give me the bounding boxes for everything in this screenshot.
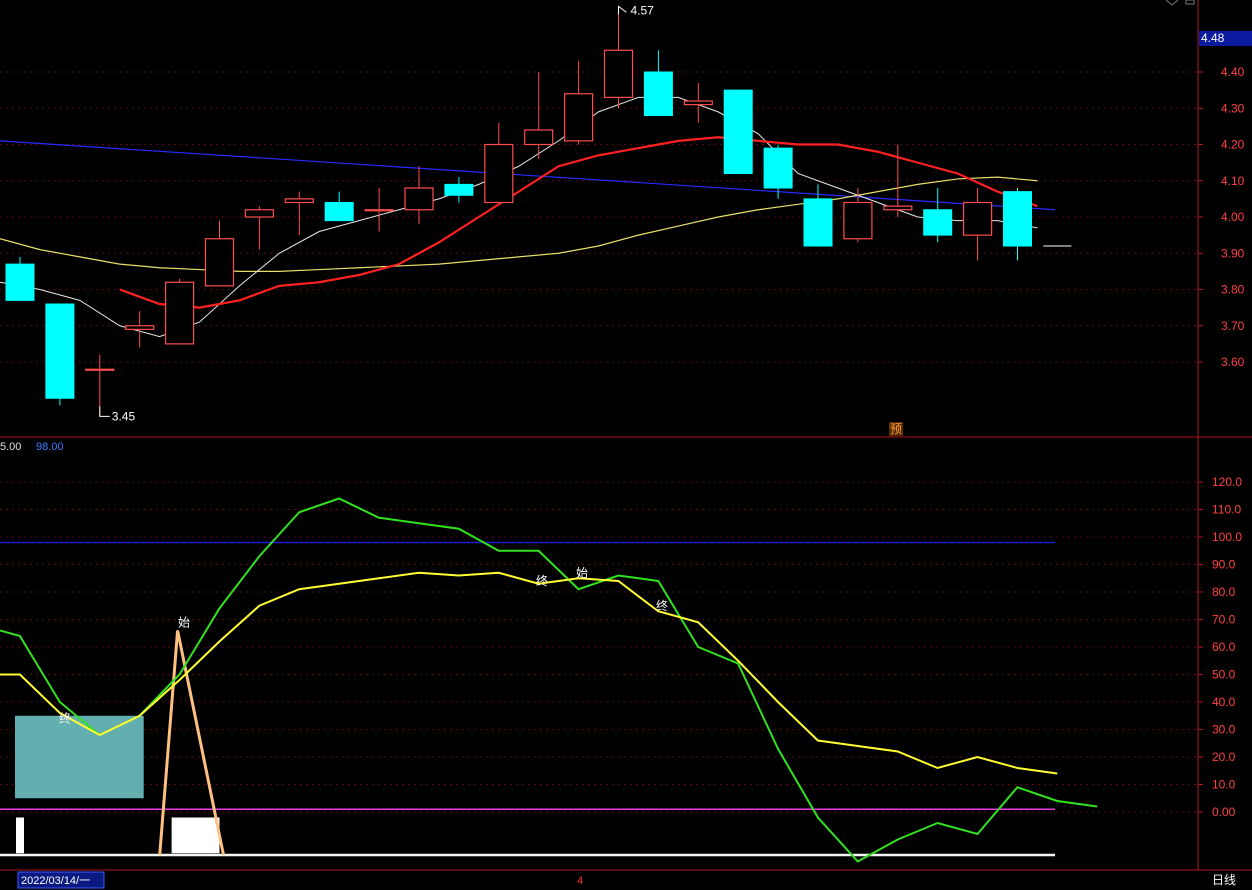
candle-body <box>165 281 195 345</box>
candle[interactable] <box>404 166 434 225</box>
price-panel[interactable]: 4.57 3.45 预 <box>0 3 1072 436</box>
candle[interactable] <box>603 10 634 109</box>
indicator-yellow-line <box>0 571 1058 775</box>
axis-layer: 4.40 4.30 4.20 4.10 4.00 3.90 3.80 3.70 3.60 120.… <box>0 0 1252 871</box>
candle-body <box>962 201 993 236</box>
candle-body <box>284 198 314 204</box>
candle-body <box>1003 191 1032 247</box>
indicator-tick-label: 90.0 <box>1212 558 1236 572</box>
indicator-header-value-2: 98.00 <box>36 441 64 453</box>
grid-layer <box>0 71 1198 813</box>
candle[interactable] <box>125 311 155 348</box>
chart-stage: 4.573.45预 终始终始终 4.404.304.204.104.003.90… <box>0 0 1252 889</box>
candle-body <box>643 71 673 116</box>
price-tick-label: 4.30 <box>1221 101 1245 115</box>
candle[interactable] <box>524 72 554 159</box>
candle-body <box>923 209 953 236</box>
indicator-mark-label: 始 <box>576 566 588 580</box>
candle-body <box>364 209 394 212</box>
candle-body <box>125 325 155 330</box>
candle-body <box>85 368 115 371</box>
indicator-mark-label: 终 <box>59 711 71 726</box>
current-price-badge-text: 4.48 <box>1201 31 1225 45</box>
candle-body <box>563 93 594 142</box>
indicator-tick-label: 120.0 <box>1212 475 1242 489</box>
candle[interactable] <box>45 303 75 406</box>
candle[interactable] <box>204 220 235 287</box>
candle[interactable] <box>484 122 514 204</box>
price-tick-label: 4.20 <box>1221 138 1245 152</box>
price-tick-label: 4.40 <box>1221 65 1245 79</box>
period-label[interactable]: 日线 <box>1212 873 1236 887</box>
candle[interactable] <box>1003 188 1032 261</box>
candle[interactable] <box>165 278 195 345</box>
price-tick-label: 3.80 <box>1221 283 1245 297</box>
candle-body <box>843 201 873 240</box>
candle[interactable] <box>324 191 354 222</box>
candle-body <box>763 147 793 189</box>
indicator-panel[interactable]: 终始终始终 <box>0 497 1098 863</box>
candle[interactable] <box>923 188 953 243</box>
settings-icon[interactable] <box>1185 0 1195 5</box>
candle[interactable] <box>284 191 314 236</box>
candle-body <box>45 303 75 399</box>
indicator-tick-label: 0.00 <box>1212 805 1236 819</box>
candle-body <box>404 187 434 211</box>
indicator-tick-label: 60.0 <box>1212 640 1236 654</box>
min-price-label: 3.45 <box>112 409 136 423</box>
indicator-tick-label: 20.0 <box>1212 750 1236 764</box>
candle-body <box>444 183 474 196</box>
indicator-tick-label: 100.0 <box>1212 530 1242 544</box>
min-price-arrow-icon <box>99 406 110 417</box>
max-price-label: 4.57 <box>631 3 655 17</box>
candle[interactable] <box>683 82 713 123</box>
indicator-block <box>16 817 24 854</box>
candle[interactable] <box>723 89 753 174</box>
price-tick-label: 3.70 <box>1221 319 1245 333</box>
indicator-mark-label: 始 <box>178 615 190 629</box>
candle-body <box>883 205 913 211</box>
footer-month-mark: 4 <box>577 875 583 887</box>
price-tick-label: 4.00 <box>1221 210 1245 224</box>
candle[interactable] <box>364 188 394 232</box>
ma-blue-line <box>0 140 1056 211</box>
indicator-block <box>15 715 144 799</box>
indicator-tick-label: 80.0 <box>1212 585 1236 599</box>
candle-body <box>603 49 634 98</box>
forecast-mark: 预 <box>890 422 902 436</box>
candle-body <box>204 238 235 287</box>
ma-red-line <box>119 136 1038 309</box>
price-tick-label: 4.10 <box>1221 174 1245 188</box>
max-price-arrow-icon <box>618 5 627 15</box>
footer-date: 2022/03/14/一 <box>21 875 90 887</box>
indicator-mark-label: 终 <box>656 598 668 613</box>
candle-body <box>683 100 713 106</box>
chevron-down-icon[interactable] <box>1165 0 1179 6</box>
indicator-block <box>171 817 220 854</box>
indicator-tick-label: 40.0 <box>1212 695 1236 709</box>
candle-body <box>803 198 833 247</box>
candle[interactable] <box>5 256 35 301</box>
candle-body <box>484 143 514 204</box>
indicator-tick-label: 10.0 <box>1212 778 1236 792</box>
indicator-tick-label: 70.0 <box>1212 613 1236 627</box>
indicator-tick-label: 110.0 <box>1212 503 1241 517</box>
candle[interactable] <box>563 61 594 145</box>
indicator-tick-label: 30.0 <box>1212 723 1236 737</box>
candle-body <box>244 209 274 218</box>
candle-body <box>324 202 354 222</box>
candle-body <box>5 263 35 301</box>
indicator-tick-label: 50.0 <box>1212 668 1236 682</box>
ma-white-line <box>0 96 1038 338</box>
candle[interactable] <box>962 188 993 261</box>
candle-body <box>723 89 753 174</box>
indicator-mark-label: 终 <box>536 573 548 588</box>
price-tick-label: 3.60 <box>1221 355 1245 369</box>
price-tick-label: 3.90 <box>1221 246 1245 260</box>
candle[interactable] <box>643 50 673 116</box>
candle[interactable] <box>244 206 274 250</box>
indicator-header-value-1: 5.00 <box>0 441 21 453</box>
candle-body <box>524 129 554 146</box>
